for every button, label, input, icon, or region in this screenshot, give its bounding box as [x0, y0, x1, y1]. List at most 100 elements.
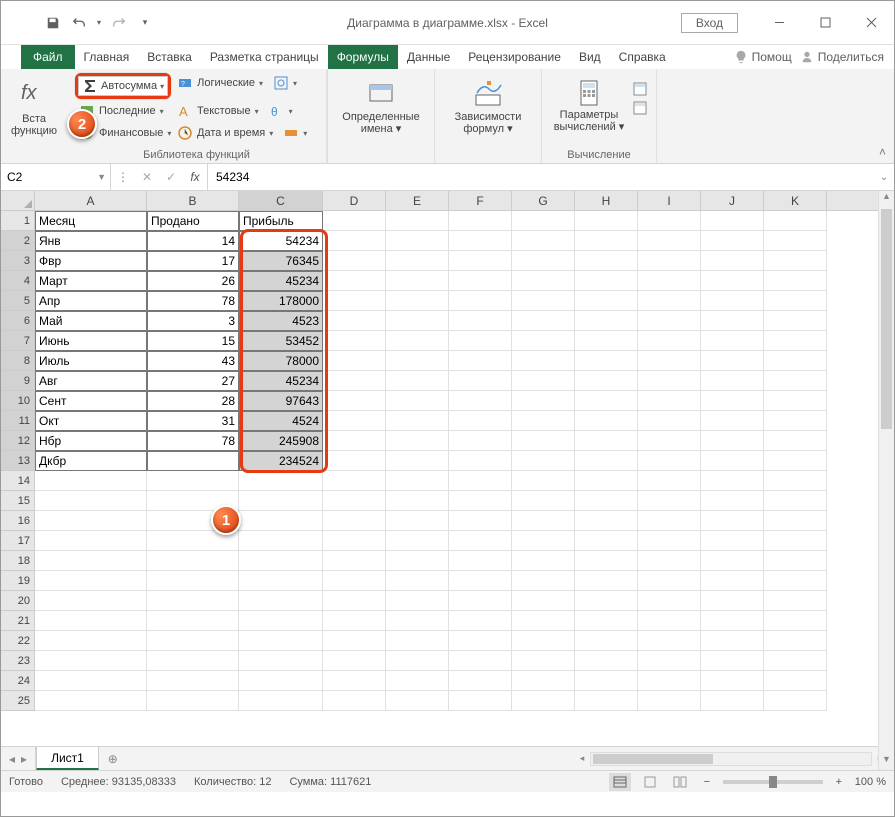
- cell[interactable]: [575, 211, 638, 231]
- row-header[interactable]: 13: [1, 451, 35, 471]
- row-header[interactable]: 5: [1, 291, 35, 311]
- cell[interactable]: [638, 611, 701, 631]
- col-header-H[interactable]: H: [575, 191, 638, 210]
- cell[interactable]: Месяц: [35, 211, 147, 231]
- name-box[interactable]: ▼: [1, 164, 111, 190]
- cell[interactable]: [575, 311, 638, 331]
- calc-now-icon[interactable]: [632, 81, 648, 97]
- cell[interactable]: [147, 651, 239, 671]
- cell[interactable]: [575, 511, 638, 531]
- cell[interactable]: [764, 351, 827, 371]
- cell[interactable]: [386, 631, 449, 651]
- cell[interactable]: [239, 471, 323, 491]
- cell[interactable]: [575, 491, 638, 511]
- cell[interactable]: [386, 611, 449, 631]
- cell[interactable]: [512, 571, 575, 591]
- namebox-dropdown-icon[interactable]: ▼: [97, 172, 106, 182]
- tab-home[interactable]: Главная: [75, 45, 139, 69]
- cell[interactable]: [323, 351, 386, 371]
- cell[interactable]: [323, 331, 386, 351]
- cell[interactable]: [239, 611, 323, 631]
- defined-names-button[interactable]: Определенныеимена ▾: [336, 79, 426, 135]
- sheet-next-icon[interactable]: ▸: [21, 752, 27, 766]
- cell[interactable]: [701, 491, 764, 511]
- cell[interactable]: [386, 251, 449, 271]
- cell[interactable]: [449, 371, 512, 391]
- cell[interactable]: [638, 571, 701, 591]
- cell[interactable]: [449, 491, 512, 511]
- cell[interactable]: [764, 651, 827, 671]
- row-header[interactable]: 9: [1, 371, 35, 391]
- cell[interactable]: Авг: [35, 371, 147, 391]
- cell[interactable]: [701, 351, 764, 371]
- cell[interactable]: [701, 451, 764, 471]
- math-button[interactable]: θ▾: [265, 101, 285, 121]
- cell[interactable]: [323, 411, 386, 431]
- cell[interactable]: [512, 211, 575, 231]
- cell[interactable]: [701, 311, 764, 331]
- cell[interactable]: [575, 231, 638, 251]
- cell[interactable]: [449, 651, 512, 671]
- cell[interactable]: [239, 551, 323, 571]
- cell[interactable]: [764, 371, 827, 391]
- cell[interactable]: [323, 591, 386, 611]
- cell[interactable]: [638, 451, 701, 471]
- row-header[interactable]: 23: [1, 651, 35, 671]
- login-button[interactable]: Вход: [681, 13, 738, 33]
- cell[interactable]: [764, 451, 827, 471]
- cell[interactable]: [449, 611, 512, 631]
- cell[interactable]: [701, 271, 764, 291]
- save-icon[interactable]: [41, 11, 65, 35]
- cell[interactable]: [701, 411, 764, 431]
- cell[interactable]: [575, 591, 638, 611]
- horizontal-scrollbar[interactable]: [590, 752, 872, 766]
- cell[interactable]: [764, 231, 827, 251]
- hscroll-left-icon[interactable]: ◂: [574, 753, 590, 764]
- cell[interactable]: [638, 291, 701, 311]
- cell[interactable]: [701, 211, 764, 231]
- fx-icon[interactable]: fx: [183, 170, 207, 184]
- cell[interactable]: [449, 631, 512, 651]
- tab-page-layout[interactable]: Разметка страницы: [201, 45, 328, 69]
- col-header-B[interactable]: B: [147, 191, 239, 210]
- cell[interactable]: [575, 551, 638, 571]
- cell[interactable]: [638, 391, 701, 411]
- cell[interactable]: [323, 231, 386, 251]
- cell[interactable]: [35, 511, 147, 531]
- cell[interactable]: [386, 311, 449, 331]
- cell[interactable]: [386, 211, 449, 231]
- cell[interactable]: [239, 591, 323, 611]
- tab-formulas[interactable]: Формулы: [328, 45, 398, 69]
- cell[interactable]: [575, 651, 638, 671]
- cell[interactable]: [512, 271, 575, 291]
- row-header[interactable]: 21: [1, 611, 35, 631]
- cell[interactable]: [323, 671, 386, 691]
- cell[interactable]: [323, 651, 386, 671]
- cell[interactable]: [35, 591, 147, 611]
- tab-review[interactable]: Рецензирование: [459, 45, 570, 69]
- col-header-J[interactable]: J: [701, 191, 764, 210]
- cell[interactable]: [575, 631, 638, 651]
- vscroll-thumb[interactable]: [881, 209, 892, 429]
- cell[interactable]: Май: [35, 311, 147, 331]
- cell[interactable]: [701, 591, 764, 611]
- cell[interactable]: [512, 431, 575, 451]
- cell[interactable]: [512, 291, 575, 311]
- cell[interactable]: [386, 511, 449, 531]
- view-page-layout-icon[interactable]: [639, 773, 661, 791]
- row-header[interactable]: 15: [1, 491, 35, 511]
- cell[interactable]: [35, 611, 147, 631]
- cell[interactable]: [575, 431, 638, 451]
- cell[interactable]: Продано: [147, 211, 239, 231]
- cell[interactable]: [575, 451, 638, 471]
- share-button[interactable]: Поделиться: [800, 50, 884, 64]
- row-header[interactable]: 11: [1, 411, 35, 431]
- cell[interactable]: [35, 671, 147, 691]
- cell[interactable]: [701, 431, 764, 451]
- cell[interactable]: 178000: [239, 291, 323, 311]
- row-header[interactable]: 7: [1, 331, 35, 351]
- cell[interactable]: [323, 551, 386, 571]
- cell[interactable]: [147, 611, 239, 631]
- datetime-button[interactable]: Дата и время▾: [173, 123, 277, 143]
- cell[interactable]: [701, 651, 764, 671]
